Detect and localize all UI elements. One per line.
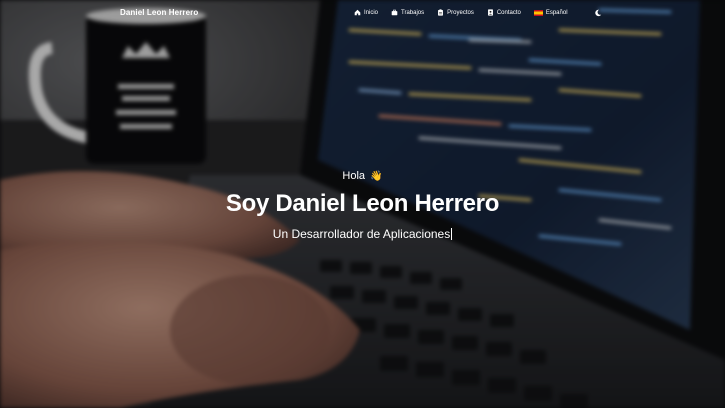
typed-role: Un Desarrollador de Aplicaciones bbox=[0, 227, 725, 241]
hero-section: Hola 👋 Soy Daniel Leon Herrero Un Desarr… bbox=[0, 0, 725, 408]
waving-hand-icon: 👋 bbox=[370, 171, 383, 182]
hero-title: Soy Daniel Leon Herrero bbox=[225, 190, 500, 217]
typed-role-text: Un Desarrollador de Aplicaciones bbox=[272, 227, 451, 241]
greeting-text: Hola bbox=[342, 170, 366, 182]
typing-cursor bbox=[451, 228, 453, 240]
hero-greeting: Hola 👋 bbox=[0, 170, 725, 182]
